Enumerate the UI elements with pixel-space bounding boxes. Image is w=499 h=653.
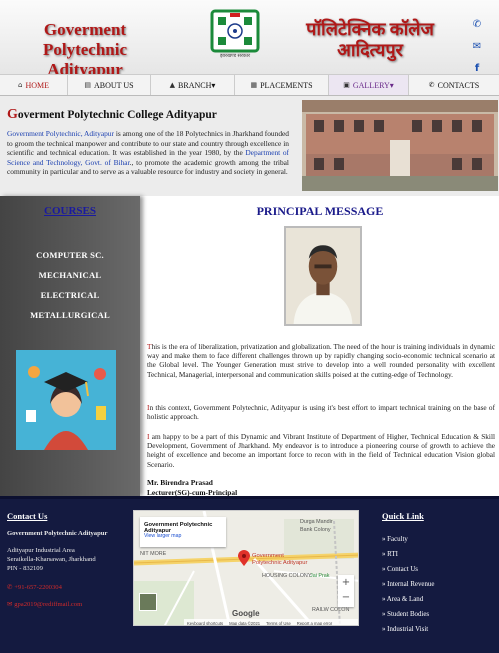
view-larger-map-link[interactable]: View larger map xyxy=(144,533,181,539)
map-label-railway-colony: RAILW COLON xyxy=(312,607,350,613)
chevron-down-icon: ▾ xyxy=(389,80,394,90)
site-header: Goverment Polytechnic Adityapur झारखण्ड … xyxy=(0,0,499,79)
map-footer-bar: Keyboard shortcuts Map data ©2021 Terms … xyxy=(184,619,358,626)
mail-icon[interactable]: ✉ xyxy=(470,41,484,55)
quick-link-contact-us[interactable]: » Contact Us xyxy=(382,566,418,573)
intro-heading: Goverment Polytechnic College Adityapur xyxy=(7,107,217,122)
chevron-down-icon: ▾ xyxy=(211,80,216,90)
course-mechanical[interactable]: MECHANICAL xyxy=(0,270,140,280)
principal-name: Mr. Birendra Prasad xyxy=(147,478,213,487)
nav-contacts-label: CONTACTS xyxy=(437,80,480,90)
location-map[interactable]: Government Polytechnic Adityapur View la… xyxy=(133,510,359,626)
courses-heading[interactable]: COURSES xyxy=(0,205,140,217)
quick-link-heading: Quick Link xyxy=(382,511,424,521)
nav-about-label: ABOUT US xyxy=(93,80,134,90)
principal-paragraph-3: I am happy to be a part of this Dynamic … xyxy=(147,432,495,469)
quick-link-industrial-visit[interactable]: » Industrial Visit xyxy=(382,626,428,633)
phone-icon: ✆ xyxy=(428,81,435,89)
courses-sidebar: COURSES COMPUTER SC. MECHANICAL ELECTRIC… xyxy=(0,196,140,496)
footer-institute-name: Government Polytechnic Adityapur xyxy=(7,530,108,537)
graduate-illustration xyxy=(16,350,116,450)
zoom-out-icon[interactable]: − xyxy=(338,590,354,605)
nav-gallery-label: GALLERY xyxy=(352,80,390,90)
footer-email[interactable]: ✉ gpa2019@rediffmail.com xyxy=(7,600,82,608)
nav-contacts[interactable]: ✆ CONTACTS xyxy=(409,75,499,95)
college-link[interactable]: Government Polytechnic, Adityapur xyxy=(7,129,114,138)
footer-pin: PIN - 832109 xyxy=(7,565,43,572)
book-icon: ▤ xyxy=(84,81,91,89)
report-error-link[interactable]: Report a map error xyxy=(297,621,332,626)
map-zoom-controls[interactable]: + − xyxy=(338,575,354,607)
map-pin-icon[interactable] xyxy=(238,550,250,566)
principal-message-heading: PRINCIPAL MESSAGE xyxy=(256,204,384,218)
graduation-cap-icon: ▲ xyxy=(169,81,176,89)
quick-link-faculty[interactable]: » Faculty xyxy=(382,536,408,543)
principal-paragraph-1: This is the era of liberalization, priva… xyxy=(147,342,495,379)
map-label-durga-mandir: Durga Mandir xyxy=(300,519,333,525)
nav-placements[interactable]: ▦ PLACEMENTS xyxy=(235,75,329,95)
map-label-jai-prak: Jai Prak xyxy=(310,573,330,579)
quick-link-student-bodies[interactable]: » Student Bodies xyxy=(382,611,429,618)
course-electrical[interactable]: ELECTRICAL xyxy=(0,290,140,300)
site-title-english[interactable]: Goverment Polytechnic Adityapur xyxy=(10,20,160,80)
home-icon: ⌂ xyxy=(17,81,23,89)
google-logo: Google xyxy=(232,609,260,618)
nav-branch-label: BRANCH xyxy=(178,80,212,90)
map-label-nit-more: NIT MORE xyxy=(140,551,167,557)
chart-icon: ▦ xyxy=(250,81,258,89)
footer-address-1: Adityapur Industrial Area xyxy=(7,547,75,554)
nav-branch-dropdown[interactable]: ▲ BRANCH ▾ xyxy=(151,75,235,95)
quick-link-internal-revenue[interactable]: » Internal Revenue xyxy=(382,581,434,588)
quick-link-area-land[interactable]: » Area & Land xyxy=(382,596,423,603)
principal-paragraph-2: In this context, Government Polytechnic,… xyxy=(147,403,495,422)
map-satellite-toggle[interactable] xyxy=(139,593,157,611)
keyboard-shortcuts-link[interactable]: Keyboard shortcuts xyxy=(187,621,223,626)
nav-home-label: HOME xyxy=(25,80,49,90)
site-title-hindi[interactable]: पॉलिटेक्निक कॉलेज आदित्यपुर xyxy=(300,19,440,61)
quick-link-rti[interactable]: » RTI xyxy=(382,551,398,558)
principal-photo xyxy=(284,226,362,326)
main-navbar: ⌂ HOME ▤ ABOUT US ▲ BRANCH ▾ ▦ PLACEMENT… xyxy=(0,74,499,96)
nav-gallery-dropdown[interactable]: ▣ GALLERY ▾ xyxy=(329,75,409,95)
course-metallurgical[interactable]: METALLURGICAL xyxy=(0,310,140,320)
nav-about-us[interactable]: ▤ ABOUT US xyxy=(68,75,151,95)
logo-caption: झारखण्ड सरकार xyxy=(219,54,251,59)
terms-link[interactable]: Terms of Use xyxy=(266,621,291,626)
footer-phone[interactable]: ✆ +91-657-2200304 xyxy=(7,583,62,591)
nav-placements-label: PLACEMENTS xyxy=(260,80,313,90)
footer-address-2: Seraikella-Kharsawan, Jharkhand xyxy=(7,556,96,563)
map-label-housing-colony: HOUSING COLONY xyxy=(262,573,312,579)
nav-home[interactable]: ⌂ HOME xyxy=(0,75,68,95)
map-data-text: Map data ©2021 xyxy=(229,620,261,626)
contact-us-heading: Contact Us xyxy=(7,511,48,521)
map-label-bank-colony: Bank Colony xyxy=(300,527,331,533)
zoom-in-icon[interactable]: + xyxy=(338,575,354,590)
phone-icon[interactable]: ✆ xyxy=(470,19,484,33)
map-pin-label: Government Polytechnic Adityapur xyxy=(252,553,308,566)
college-building-photo xyxy=(302,100,498,191)
map-place-card: Government Polytechnic Adityapur View la… xyxy=(140,517,226,547)
image-icon: ▣ xyxy=(343,81,350,89)
course-computer[interactable]: COMPUTER SC. xyxy=(0,250,140,260)
intro-paragraph: Government Polytechnic, Adityapur is amo… xyxy=(7,129,289,177)
